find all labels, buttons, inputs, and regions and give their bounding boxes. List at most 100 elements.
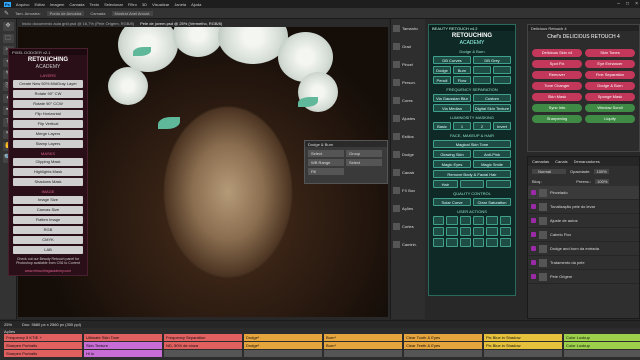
retouch-button[interactable]: 1 (453, 122, 471, 130)
minimize-icon[interactable]: – (617, 1, 620, 7)
retouch-button[interactable]: Flow (453, 76, 471, 84)
visibility-eye-icon[interactable] (531, 274, 536, 279)
visibility-eye-icon[interactable] (531, 190, 536, 195)
user-action-button[interactable] (472, 216, 485, 225)
dodge-option[interactable]: Select (308, 150, 344, 157)
dock-item[interactable]: Ações (391, 199, 425, 217)
retouch-button[interactable] (473, 66, 491, 74)
panel-button[interactable]: Canvas Size (13, 206, 83, 214)
retouch-button[interactable]: Skin Mask (532, 93, 582, 101)
action-item[interactable]: Color Lookup (564, 342, 640, 349)
retouch-button[interactable]: Remove Body & Facial Hair (433, 170, 511, 178)
action-item[interactable]: Ultimate Skin Tone (84, 334, 162, 341)
retouch-button[interactable]: Clear Saturation (473, 198, 511, 206)
layers-tab[interactable]: Canais (555, 159, 567, 164)
layer-row[interactable]: Pele Origem (528, 270, 639, 284)
retouch-button[interactable]: Magical Skin Tone (433, 140, 511, 148)
user-action-button[interactable] (446, 238, 458, 247)
action-item[interactable] (484, 350, 562, 357)
menu-item[interactable]: Editar (34, 2, 44, 7)
menu-item[interactable]: Camada (69, 2, 84, 7)
menu-item[interactable]: Selecionar (104, 2, 123, 7)
retouch-button[interactable] (486, 180, 512, 188)
action-item[interactable]: ND, 50% de cinza (164, 342, 242, 349)
menu-item[interactable]: Janela (174, 2, 186, 7)
action-item[interactable] (164, 350, 242, 357)
user-action-button[interactable] (459, 216, 471, 225)
retouch-button[interactable]: Dodge & Burn (585, 82, 635, 90)
panel-button[interactable]: Flip Vertical (13, 120, 83, 128)
panel-button[interactable]: LAB (13, 246, 83, 254)
panel-button[interactable]: Shadows Mask (13, 178, 83, 186)
retouch-button[interactable]: Via Median (433, 104, 471, 112)
retouch-button[interactable]: Burn (453, 66, 471, 74)
user-action-button[interactable] (499, 238, 511, 247)
maximize-icon[interactable]: □ (626, 1, 629, 7)
blend-mode-select[interactable]: Normal (532, 168, 566, 174)
retouch-button[interactable]: Fine Separation (585, 71, 635, 79)
action-item[interactable] (404, 350, 482, 357)
user-action-button[interactable] (433, 216, 445, 225)
action-item[interactable]: Burn* (324, 334, 402, 341)
panel-button[interactable]: Create New 50% MidGray Layer (13, 80, 83, 88)
user-action-button[interactable] (446, 216, 458, 225)
close-icon[interactable]: × (635, 1, 638, 7)
visibility-eye-icon[interactable] (531, 246, 536, 251)
dock-item[interactable]: FX Box (391, 181, 425, 199)
user-action-button[interactable] (433, 227, 445, 236)
dock-item[interactable]: Cores (391, 91, 425, 109)
panel-button[interactable]: Stamp Layers (13, 140, 83, 148)
action-item[interactable]: Pix Blue in Shadow (484, 342, 562, 349)
action-item[interactable]: Frequency 5 KTIE + (4, 334, 82, 341)
menu-item[interactable]: Ajuda (191, 2, 201, 7)
dock-item[interactable]: Estilos (391, 127, 425, 145)
retouch-button[interactable]: Invert (493, 122, 511, 130)
retouch-button[interactable] (459, 180, 485, 188)
panel-button[interactable]: Clipping Mask (13, 158, 83, 166)
action-item[interactable]: Clear Teeth & Eyes (404, 342, 482, 349)
retouch-button[interactable]: Via Gaussian Blur (433, 94, 471, 102)
panel-button[interactable]: Flip Horizontal (13, 110, 83, 118)
retouch-button[interactable]: 2 (473, 122, 491, 130)
dodge-option[interactable]: Fill (308, 168, 344, 175)
user-action-button[interactable] (433, 238, 445, 247)
user-action-button[interactable] (472, 227, 485, 236)
action-item[interactable]: Sharpen Portraits (4, 350, 82, 357)
action-item[interactable]: Hi lo (84, 350, 162, 357)
menu-item[interactable]: 3D (142, 2, 147, 7)
user-action-button[interactable] (472, 238, 485, 247)
menu-item[interactable]: Imagem (50, 2, 64, 7)
panel-button[interactable]: RGB (13, 226, 83, 234)
layer-row[interactable]: Dodge and burn da entrada (528, 242, 639, 256)
retouch-button[interactable]: Pencil (433, 76, 451, 84)
dock-item[interactable]: Pincel (391, 55, 425, 73)
fill-input[interactable]: 100% (595, 178, 610, 184)
action-item[interactable]: Dodge* (244, 342, 322, 349)
retouch-button[interactable]: Spot Fix (532, 60, 582, 68)
visibility-eye-icon[interactable] (531, 232, 536, 237)
panel-button[interactable]: Image Size (13, 196, 83, 204)
panel-url[interactable]: www.retouchingacademy.com (9, 269, 87, 274)
action-item[interactable]: Pix Blue in Shadow (484, 334, 562, 341)
retouch-button[interactable]: Basic (433, 122, 451, 130)
retouch-button[interactable]: Glowing Skin (433, 150, 471, 158)
dock-item[interactable]: Tamanho (391, 19, 425, 37)
panel-button[interactable]: Highlights Mask (13, 168, 83, 176)
dock-item[interactable]: Dodge (391, 145, 425, 163)
option-item[interactable]: Camada (90, 11, 105, 16)
menu-item[interactable]: Texto (90, 2, 100, 7)
action-item[interactable]: Clear Tooth & Eyes (404, 334, 482, 341)
visibility-eye-icon[interactable] (531, 204, 536, 209)
dock-item[interactable]: Grad (391, 37, 425, 55)
retouch-button[interactable]: Tone Changer (532, 82, 582, 90)
dock-item[interactable]: Cortes (391, 217, 425, 235)
action-item[interactable]: Color Lookup (564, 334, 640, 341)
layer-row[interactable]: Pincelado (528, 186, 639, 200)
retouch-button[interactable]: Window Scroll (585, 104, 635, 112)
retouch-button[interactable] (493, 76, 511, 84)
user-action-button[interactable] (459, 227, 471, 236)
retouch-button[interactable] (493, 66, 511, 74)
action-item[interactable]: Sharpen Portraits (4, 342, 82, 349)
option-item[interactable]: Tam. Amostra: (15, 11, 41, 16)
retouch-button[interactable]: Digital Skin Texture (473, 104, 511, 112)
